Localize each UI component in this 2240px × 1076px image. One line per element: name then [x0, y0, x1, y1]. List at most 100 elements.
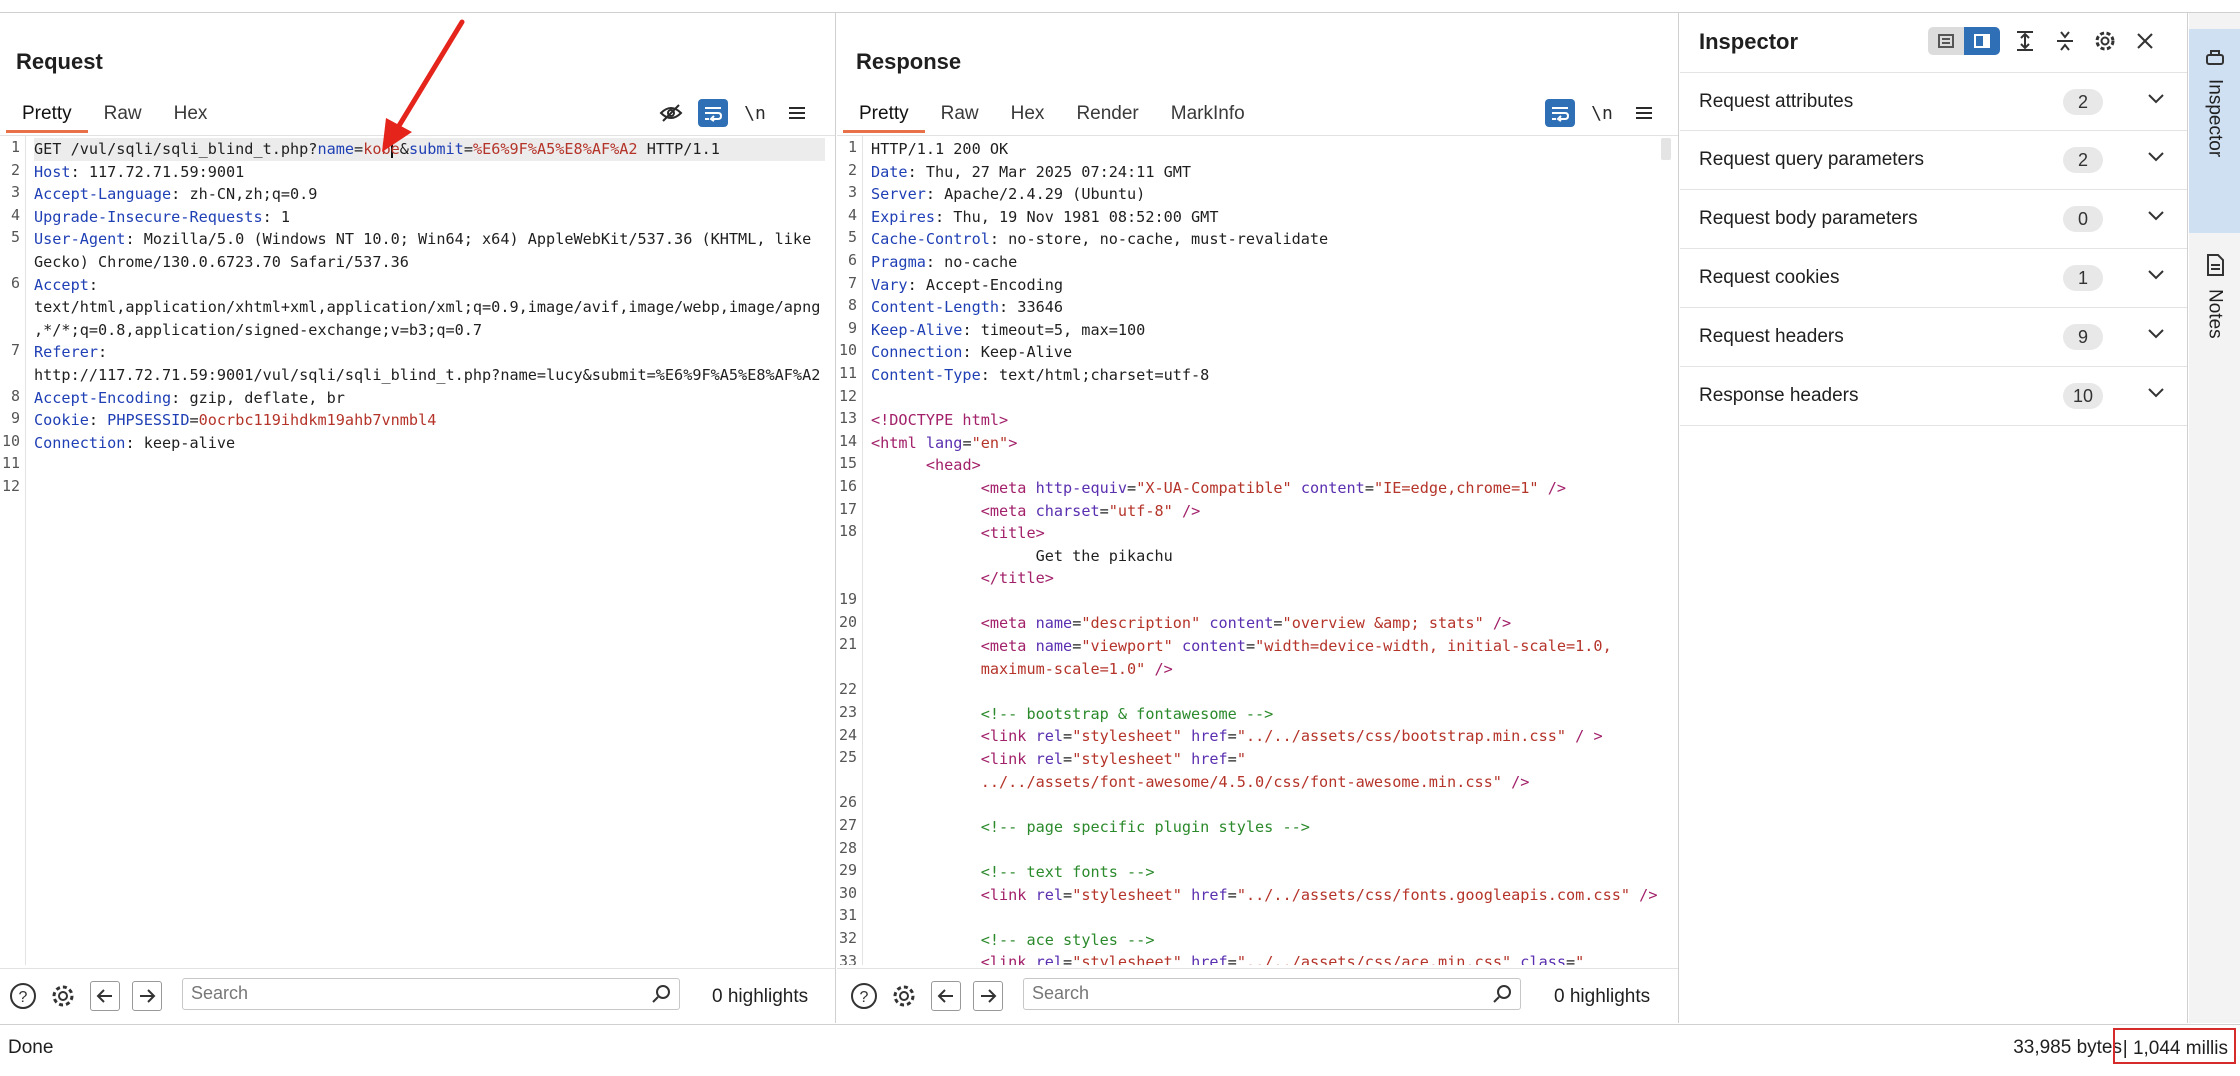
- chevron-down-icon[interactable]: [2147, 151, 2165, 163]
- code-line[interactable]: <!-- ace styles -->: [871, 929, 1668, 952]
- code-line[interactable]: <link rel="stylesheet" href=": [871, 748, 1668, 771]
- response-tab-markinfo[interactable]: MarkInfo: [1155, 89, 1261, 133]
- request-tab-pretty[interactable]: Pretty: [6, 89, 88, 133]
- response-scrollbar[interactable]: [1661, 138, 1671, 160]
- code-line[interactable]: Connection: keep-alive: [34, 432, 825, 455]
- collapse-all-icon[interactable]: [2050, 27, 2080, 55]
- code-line[interactable]: ../../assets/font-awesome/4.5.0/css/font…: [871, 771, 1668, 794]
- help-icon[interactable]: ?: [8, 981, 38, 1011]
- code-line[interactable]: <meta name="viewport" content="width=dev…: [871, 635, 1668, 658]
- request-tab-hex[interactable]: Hex: [158, 89, 224, 133]
- code-line[interactable]: <meta charset="utf-8" />: [871, 500, 1668, 523]
- chevron-down-icon[interactable]: [2147, 328, 2165, 340]
- code-line[interactable]: Content-Type: text/html;charset=utf-8: [871, 364, 1668, 387]
- code-line[interactable]: <!-- text fonts -->: [871, 861, 1668, 884]
- code-line[interactable]: <link rel="stylesheet" href="../../asset…: [871, 725, 1668, 748]
- code-line[interactable]: Pragma: no-cache: [871, 251, 1668, 274]
- code-line[interactable]: Upgrade-Insecure-Requests: 1: [34, 206, 825, 229]
- inspector-item[interactable]: Request headers 9: [1680, 308, 2187, 367]
- code-line[interactable]: [871, 793, 1668, 816]
- code-line[interactable]: [871, 387, 1668, 410]
- code-line[interactable]: Vary: Accept-Encoding: [871, 274, 1668, 297]
- response-code[interactable]: HTTP/1.1 200 OK Date: Thu, 27 Mar 2025 07…: [871, 138, 1668, 965]
- code-line[interactable]: <link rel="stylesheet" href="../../asset…: [871, 951, 1668, 965]
- request-editor[interactable]: GET /vul/sqli/sqli_blind_t.php?name=kobe…: [0, 135, 835, 965]
- code-line[interactable]: ,*/*;q=0.8,application/signed-exchange;v…: [34, 319, 825, 342]
- gear-icon[interactable]: [2090, 27, 2120, 55]
- code-line[interactable]: Expires: Thu, 19 Nov 1981 08:52:00 GMT: [871, 206, 1668, 229]
- code-line[interactable]: </title>: [871, 567, 1668, 590]
- response-tab-render[interactable]: Render: [1060, 89, 1154, 133]
- next-arrow-icon[interactable]: [973, 981, 1003, 1011]
- code-line[interactable]: Cache-Control: no-store, no-cache, must-…: [871, 228, 1668, 251]
- response-editor[interactable]: HTTP/1.1 200 OK Date: Thu, 27 Mar 2025 07…: [837, 135, 1678, 965]
- prev-arrow-icon[interactable]: [90, 981, 120, 1011]
- newline-toggle[interactable]: \n: [1587, 99, 1617, 127]
- code-line[interactable]: User-Agent: Mozilla/5.0 (Windows NT 10.0…: [34, 228, 825, 251]
- code-line[interactable]: text/html,application/xhtml+xml,applicat…: [34, 296, 825, 319]
- code-line[interactable]: Keep-Alive: timeout=5, max=100: [871, 319, 1668, 342]
- list-view-icon[interactable]: [1928, 27, 1964, 55]
- prev-arrow-icon[interactable]: [931, 981, 961, 1011]
- wrap-lines-icon[interactable]: [698, 99, 728, 127]
- code-line[interactable]: Accept-Language: zh-CN,zh;q=0.9: [34, 183, 825, 206]
- inspector-item[interactable]: Request cookies 1: [1680, 249, 2187, 308]
- code-line[interactable]: Referer:: [34, 341, 825, 364]
- code-line[interactable]: <!-- bootstrap & fontawesome -->: [871, 703, 1668, 726]
- code-line[interactable]: <!-- page specific plugin styles -->: [871, 816, 1668, 839]
- code-line[interactable]: [871, 590, 1668, 613]
- request-search-input[interactable]: [191, 983, 588, 1004]
- code-line[interactable]: Connection: Keep-Alive: [871, 341, 1668, 364]
- newline-toggle[interactable]: \n: [740, 99, 770, 127]
- code-line[interactable]: Server: Apache/2.4.29 (Ubuntu): [871, 183, 1668, 206]
- code-line[interactable]: [34, 477, 825, 500]
- code-line[interactable]: [871, 680, 1668, 703]
- code-line[interactable]: <!DOCTYPE html>: [871, 409, 1668, 432]
- code-line[interactable]: <link rel="stylesheet" href="../../asset…: [871, 884, 1668, 907]
- inspector-item[interactable]: Request query parameters 2: [1680, 131, 2187, 190]
- code-line[interactable]: Cookie: PHPSESSID=0ocrbc119ihdkm19ahb7vn…: [34, 409, 825, 432]
- request-tab-raw[interactable]: Raw: [88, 89, 158, 133]
- response-search-box[interactable]: [1023, 978, 1521, 1010]
- code-line[interactable]: Gecko) Chrome/130.0.6723.70 Safari/537.3…: [34, 251, 825, 274]
- code-line[interactable]: [871, 838, 1668, 861]
- code-line[interactable]: [34, 454, 825, 477]
- code-line[interactable]: <title>: [871, 522, 1668, 545]
- response-tab-hex[interactable]: Hex: [995, 89, 1061, 133]
- code-line[interactable]: [871, 906, 1668, 929]
- help-icon[interactable]: ?: [849, 981, 879, 1011]
- inspector-item[interactable]: Request attributes 2: [1680, 72, 2187, 131]
- inspector-item[interactable]: Response headers 10: [1680, 367, 2187, 426]
- response-search-input[interactable]: [1032, 983, 1429, 1004]
- code-line[interactable]: Accept:: [34, 274, 825, 297]
- code-line[interactable]: Get the pikachu: [871, 545, 1668, 568]
- expand-all-icon[interactable]: [2010, 27, 2040, 55]
- close-icon[interactable]: [2130, 27, 2160, 55]
- chevron-down-icon[interactable]: [2147, 210, 2165, 222]
- code-line[interactable]: <head>: [871, 454, 1668, 477]
- code-line[interactable]: <meta http-equiv="X-UA-Compatible" conte…: [871, 477, 1668, 500]
- next-arrow-icon[interactable]: [132, 981, 162, 1011]
- code-line[interactable]: <html lang="en">: [871, 432, 1668, 455]
- settings-icon[interactable]: [889, 981, 919, 1011]
- wrap-lines-icon[interactable]: [1545, 99, 1575, 127]
- panel-view-icon[interactable]: [1964, 27, 2000, 55]
- code-line[interactable]: Content-Length: 33646: [871, 296, 1668, 319]
- menu-icon[interactable]: [782, 99, 812, 127]
- code-line[interactable]: http://117.72.71.59:9001/vul/sqli/sqli_b…: [34, 364, 825, 387]
- code-line[interactable]: Host: 117.72.71.59:9001: [34, 161, 825, 184]
- response-tab-raw[interactable]: Raw: [925, 89, 995, 133]
- inspector-layout-toggle[interactable]: [1928, 27, 2000, 55]
- menu-icon[interactable]: [1629, 99, 1659, 127]
- code-line[interactable]: <meta name="description" content="overvi…: [871, 612, 1668, 635]
- request-code[interactable]: GET /vul/sqli/sqli_blind_t.php?name=kobe…: [34, 138, 825, 500]
- code-line[interactable]: maximum-scale=1.0" />: [871, 658, 1668, 681]
- settings-icon[interactable]: [48, 981, 78, 1011]
- hide-icon[interactable]: [656, 99, 686, 127]
- chevron-down-icon[interactable]: [2147, 269, 2165, 281]
- response-tab-pretty[interactable]: Pretty: [843, 89, 925, 133]
- chevron-down-icon[interactable]: [2147, 387, 2165, 399]
- rail-tab-inspector[interactable]: Inspector: [2189, 29, 2240, 233]
- inspector-item[interactable]: Request body parameters 0: [1680, 190, 2187, 249]
- rail-tab-notes[interactable]: Notes: [2189, 239, 2240, 379]
